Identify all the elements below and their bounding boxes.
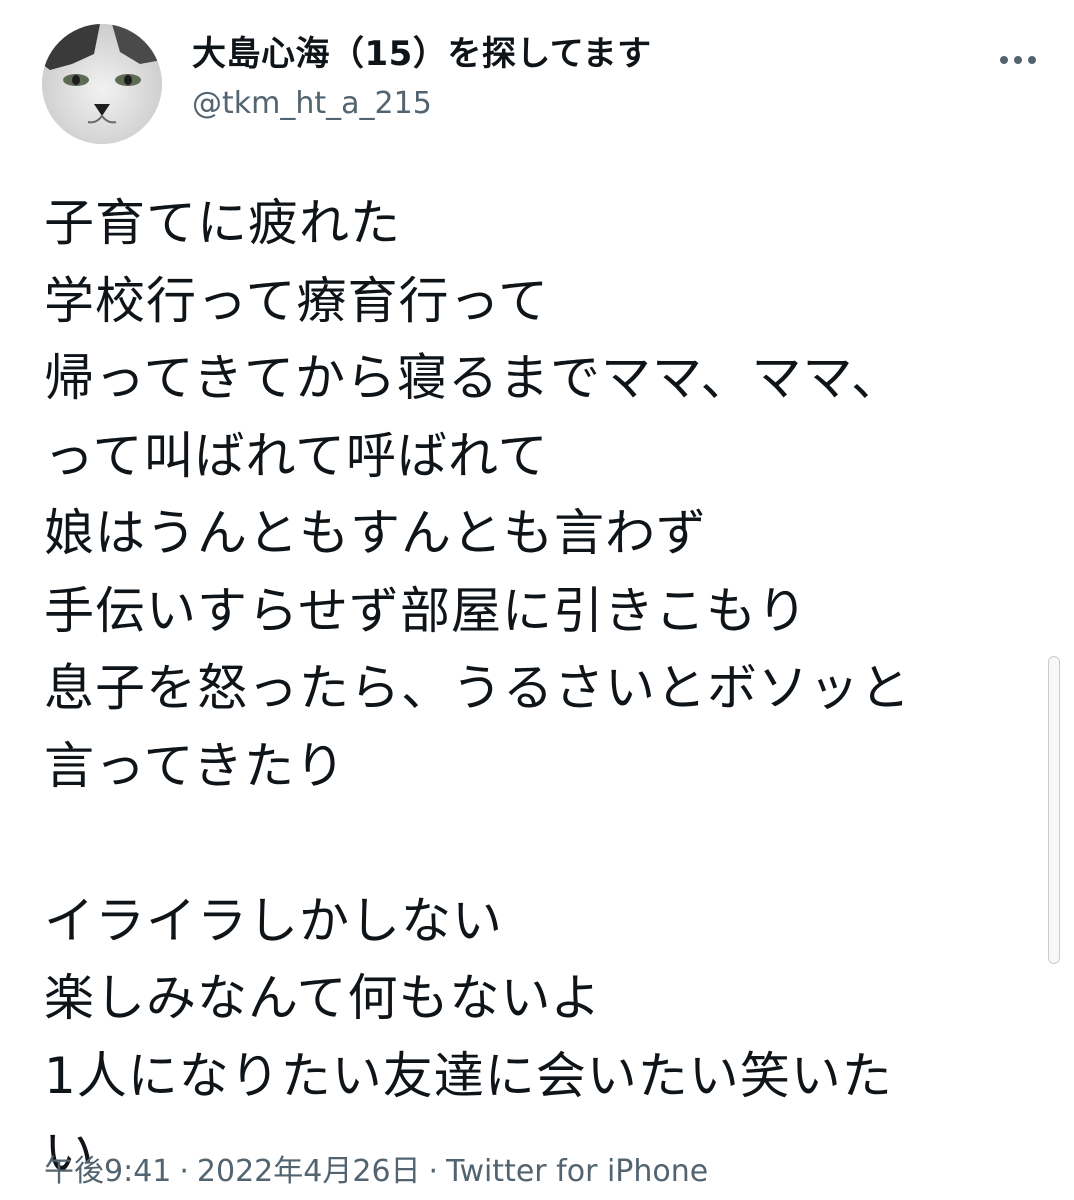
more-options-button[interactable] bbox=[994, 42, 1042, 78]
tweet-line: 楽しみなんて何もないよ bbox=[44, 969, 602, 1027]
tweet-date[interactable]: 2022年4月26日 bbox=[197, 1154, 421, 1189]
tweet-line: 言ってきたり bbox=[44, 736, 346, 795]
tweet-line: 1人になりたい友達に会いたい笑いた bbox=[44, 1046, 893, 1105]
tweet-line: イライラしかしない bbox=[44, 891, 503, 950]
tweet-line: 息子を怒ったら、うるさいとボソッと bbox=[44, 659, 911, 717]
tweet-header: 大島心海（15）を探してます @tkm_ht_a_215 bbox=[42, 22, 1042, 146]
meta-separator: · bbox=[428, 1154, 439, 1189]
user-handle[interactable]: @tkm_ht_a_215 bbox=[192, 84, 652, 124]
more-dots-icon bbox=[1000, 56, 1008, 64]
tweet-text: 子育てに疲れた 学校行って療育行って 帰ってきてから寝るまでママ、ママ、 って叫… bbox=[44, 185, 1034, 1193]
more-dots-icon bbox=[1014, 56, 1022, 64]
meta-separator: · bbox=[179, 1154, 189, 1189]
scrollbar[interactable] bbox=[1048, 656, 1060, 964]
tweet-line: 娘はうんともすんとも言わず bbox=[44, 504, 707, 562]
cat-avatar-icon bbox=[42, 24, 162, 144]
tweet-time[interactable]: 午後9:41 bbox=[44, 1154, 171, 1189]
display-name[interactable]: 大島心海（15）を探してます bbox=[192, 32, 652, 76]
tweet-source[interactable]: Twitter for iPhone bbox=[446, 1154, 708, 1189]
avatar[interactable] bbox=[42, 24, 162, 144]
tweet-line: 帰ってきてから寝るまでママ、ママ、 bbox=[44, 349, 902, 407]
tweet-line: 学校行って療育行って bbox=[44, 271, 549, 330]
user-names: 大島心海（15）を探してます @tkm_ht_a_215 bbox=[192, 32, 652, 124]
tweet-line: 手伝いすらせず部屋に引きこもり bbox=[44, 581, 808, 640]
tweet-line: 子育てに疲れた bbox=[44, 194, 401, 252]
more-dots-icon bbox=[1028, 56, 1036, 64]
tweet: 大島心海（15）を探してます @tkm_ht_a_215 子育てに疲れた 学校行… bbox=[0, 0, 1074, 1200]
tweet-metadata: 午後9:41 · 2022年4月26日 · Twitter for iPhone bbox=[44, 1150, 708, 1194]
tweet-line: って叫ばれて呼ばれて bbox=[44, 426, 549, 485]
